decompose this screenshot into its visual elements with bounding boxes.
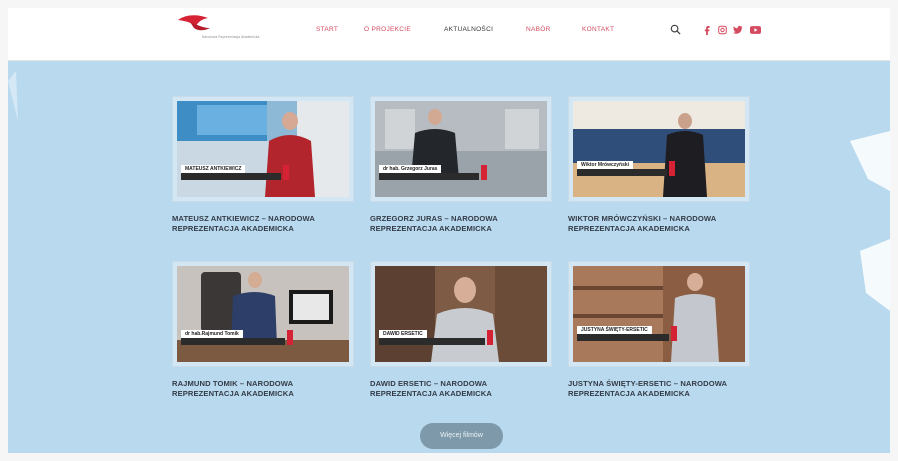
video-card-tomik[interactable]: dr hab.Rajmund Tomik: [172, 261, 354, 367]
video-card-antkiewicz[interactable]: MATEUSZ ANTKIEWICZ: [172, 96, 354, 202]
nav-nabor[interactable]: NABÓR: [526, 26, 551, 33]
site-logo[interactable]: Narodowa Reprezentacja Akademicka: [176, 14, 259, 56]
name-tag: DAWID ERSETIC: [379, 330, 427, 338]
name-tag-subtitle: [379, 338, 485, 345]
name-tag-accent: [669, 161, 675, 176]
site-header: Narodowa Reprezentacja Akademicka START …: [8, 8, 890, 61]
video-title[interactable]: JUSTYNA ŚWIĘTY-ERSETIC – NARODOWA REPREZ…: [568, 379, 748, 399]
thumbnail-image: [573, 266, 745, 362]
video-title[interactable]: GRZEGORZ JURAS – NARODOWA REPREZENTACJA …: [370, 214, 550, 234]
video-title[interactable]: WIKTOR MRÓWCZYŃSKI – NARODOWA REPREZENTA…: [568, 214, 748, 234]
facebook-icon[interactable]: [704, 25, 710, 35]
video-thumbnail[interactable]: MATEUSZ ANTKIEWICZ: [177, 101, 349, 197]
video-card-ersetic[interactable]: DAWID ERSETIC: [370, 261, 552, 367]
name-tag-accent: [287, 330, 293, 345]
video-thumbnail[interactable]: dr hab.Rajmund Tomik: [177, 266, 349, 362]
video-thumbnail[interactable]: dr hab. Grzegorz Juras: [375, 101, 547, 197]
thumbnail-image: [573, 101, 745, 197]
nav-o-projekcie[interactable]: O PROJEKCIE: [364, 26, 411, 33]
search-icon[interactable]: [670, 24, 681, 35]
video-title[interactable]: DAWID ERSETIC – NARODOWA REPREZENTACJA A…: [370, 379, 550, 399]
video-card-juras[interactable]: dr hab. Grzegorz Juras: [370, 96, 552, 202]
video-card-swiety-ersetic[interactable]: JUSTYNA ŚWIĘTY-ERSETIC: [568, 261, 750, 367]
logo-bird-icon: [178, 15, 210, 31]
name-tag-accent: [481, 165, 487, 180]
instagram-icon[interactable]: [718, 25, 727, 35]
video-thumbnail[interactable]: JUSTYNA ŚWIĘTY-ERSETIC: [573, 266, 745, 362]
videos-section: MATEUSZ ANTKIEWICZ MATEUSZ ANTKIEWICZ – …: [8, 61, 890, 453]
thumbnail-image: [177, 101, 349, 197]
name-tag: dr hab.Rajmund Tomik: [181, 330, 243, 338]
youtube-icon[interactable]: [750, 25, 761, 35]
thumbnail-image: [375, 101, 547, 197]
more-videos-button[interactable]: Więcej filmów: [420, 423, 503, 449]
thumbnail-image: [177, 266, 349, 362]
nav-kontakt[interactable]: KONTAKT: [582, 26, 614, 33]
name-tag-accent: [671, 326, 677, 341]
name-tag-accent: [283, 165, 289, 180]
video-title[interactable]: RAJMUND TOMIK – NARODOWA REPREZENTACJA A…: [172, 379, 352, 399]
name-tag: MATEUSZ ANTKIEWICZ: [181, 165, 246, 173]
name-tag-subtitle: [181, 338, 285, 345]
video-title[interactable]: MATEUSZ ANTKIEWICZ – NARODOWA REPREZENTA…: [172, 214, 352, 234]
name-tag-subtitle: [577, 334, 669, 341]
name-tag: JUSTYNA ŚWIĘTY-ERSETIC: [577, 326, 652, 334]
video-card-mrowczynski[interactable]: Wiktor Mrówczyński: [568, 96, 750, 202]
video-thumbnail[interactable]: DAWID ERSETIC: [375, 266, 547, 362]
twitter-icon[interactable]: [733, 25, 743, 35]
logo-text: Narodowa Reprezentacja Akademicka: [202, 35, 260, 39]
name-tag: Wiktor Mrówczyński: [577, 161, 634, 169]
name-tag-subtitle: [379, 173, 479, 180]
name-tag-subtitle: [577, 169, 667, 176]
nav-start[interactable]: START: [316, 26, 338, 33]
name-tag-subtitle: [181, 173, 281, 180]
page: Narodowa Reprezentacja Akademicka START …: [8, 8, 890, 453]
name-tag: dr hab. Grzegorz Juras: [379, 165, 442, 173]
video-thumbnail[interactable]: Wiktor Mrówczyński: [573, 101, 745, 197]
thumbnail-image: [375, 266, 547, 362]
name-tag-accent: [487, 330, 493, 345]
nav-aktualnosci[interactable]: AKTUALNOŚCI: [444, 26, 493, 33]
